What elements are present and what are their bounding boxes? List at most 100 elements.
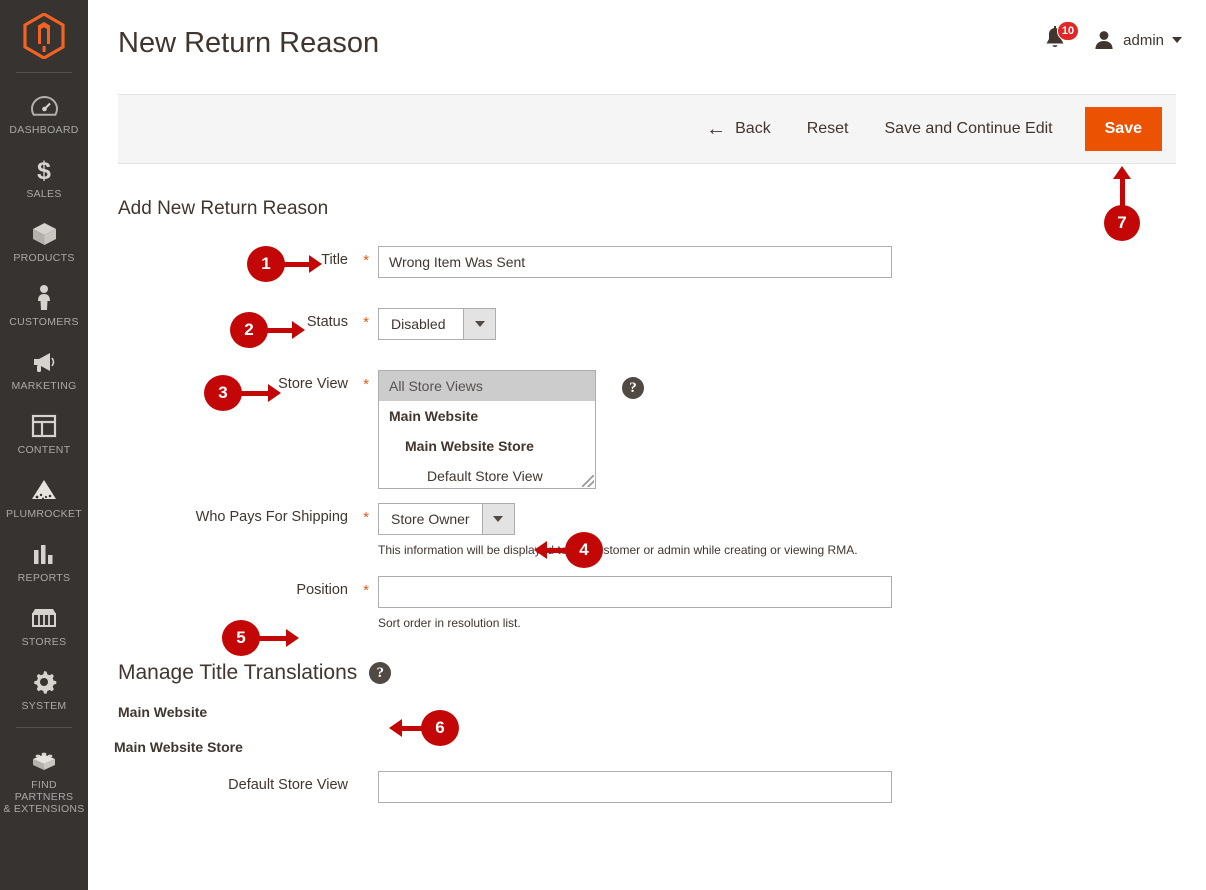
title-input[interactable]: [378, 246, 892, 278]
translations-website-label: Main Website: [118, 704, 208, 720]
dashboard-icon: [2, 91, 86, 121]
save-and-continue-edit-button[interactable]: Save and Continue Edit: [867, 109, 1071, 149]
store-view-option-all[interactable]: All Store Views: [379, 371, 595, 401]
callout-marker-1: 1: [247, 246, 285, 282]
sidebar-item-plumrocket[interactable]: PLUMROCKET: [0, 465, 88, 529]
bar-chart-icon: [2, 539, 86, 569]
back-button[interactable]: ← Back: [688, 109, 789, 149]
default-store-view-label: Default Store View: [228, 777, 348, 793]
position-input[interactable]: [378, 576, 892, 608]
status-select-value: Disabled: [391, 316, 446, 332]
sidebar-item-customers[interactable]: CUSTOMERS: [0, 273, 88, 337]
default-store-view-spacer: [358, 771, 374, 777]
sidebar-item-dashboard[interactable]: DASHBOARD: [0, 81, 88, 145]
status-select[interactable]: Disabled: [378, 308, 496, 340]
shipping-select-toggle[interactable]: [481, 504, 514, 534]
store-view-multiselect[interactable]: All Store Views Main Website Main Websit…: [378, 370, 596, 489]
callout-arrow-5-line: [258, 636, 288, 641]
translations-store-label: Main Website Store: [114, 739, 243, 755]
page-actions-toolbar: ← Back Reset Save and Continue Edit Save: [118, 94, 1176, 164]
status-required-marker: *: [363, 314, 369, 331]
admin-page: DASHBOARD $ SALES PRODUCTS CUSTOMERS MAR…: [0, 0, 1206, 890]
save-button[interactable]: Save: [1084, 107, 1162, 151]
sidebar-item-label: FIND PARTNERS: [14, 779, 74, 803]
position-required-marker: *: [363, 582, 369, 599]
sidebar-item-stores[interactable]: STORES: [0, 593, 88, 657]
sidebar-item-label: CUSTOMERS: [9, 316, 79, 328]
section-title: Add New Return Reason: [118, 198, 329, 219]
magento-logo-icon: [23, 13, 65, 59]
arrow-left-icon: ←: [706, 118, 727, 140]
chevron-down-icon: [493, 516, 504, 522]
translations-title: Manage Title Translations: [118, 661, 358, 684]
position-note: Sort order in resolution list.: [378, 616, 521, 630]
admin-username: admin: [1123, 31, 1164, 49]
notifications-button[interactable]: 10: [1043, 21, 1080, 54]
back-button-label: Back: [735, 120, 771, 137]
layout-icon: [2, 411, 86, 441]
callout-marker-4: 4: [565, 532, 603, 568]
shipping-note: This information will be displayed to th…: [378, 543, 858, 557]
sidebar-item-label: REPORTS: [17, 572, 71, 584]
callout-marker-2: 2: [230, 312, 268, 348]
callout-marker-7: 7: [1104, 205, 1140, 241]
default-store-view-control: [374, 771, 892, 803]
plumrocket-icon: [2, 475, 86, 505]
status-select-toggle[interactable]: [463, 309, 495, 339]
brick-icon: [2, 746, 86, 776]
person-icon: [2, 283, 86, 313]
shipping-label: Who Pays For Shipping: [195, 509, 348, 525]
status-control: Disabled: [374, 308, 496, 340]
default-store-view-input[interactable]: [378, 771, 892, 803]
field-row-position: Position * Sort order in resolution list…: [88, 576, 1206, 631]
magento-logo[interactable]: [0, 0, 88, 72]
admin-menu-button[interactable]: admin: [1093, 29, 1182, 51]
dollar-icon: $: [2, 155, 86, 185]
sidebar-item-marketing[interactable]: MARKETING: [0, 337, 88, 401]
page-header: New Return Reason 10 admin: [88, 0, 1206, 86]
sidebar-item-content[interactable]: CONTENT: [0, 401, 88, 465]
callout-arrow-4-head: [534, 541, 547, 559]
sidebar-item-products[interactable]: PRODUCTS: [0, 209, 88, 273]
header-actions: 10 admin: [1043, 21, 1182, 54]
field-row-default-store-view-translation: Default Store View: [88, 771, 1206, 803]
sidebar-item-sales[interactable]: $ SALES: [0, 145, 88, 209]
callout-arrow-1-head: [309, 255, 322, 273]
callout-arrow-1-line: [283, 262, 311, 267]
gear-icon: [2, 667, 86, 697]
callout-arrow-7-head: [1113, 166, 1131, 179]
status-label: Status: [306, 314, 348, 330]
store-view-option-default-view[interactable]: Default Store View: [379, 461, 595, 488]
shipping-control: Store Owner This information will be dis…: [374, 503, 858, 558]
translations-help-icon[interactable]: ?: [369, 662, 392, 684]
shipping-required-marker: *: [363, 509, 369, 526]
sidebar-item-reports[interactable]: REPORTS: [0, 529, 88, 593]
chevron-down-icon: [1172, 37, 1182, 43]
translations-header: Manage Title Translations ?: [118, 661, 1206, 685]
sidebar-item-system[interactable]: SYSTEM: [0, 657, 88, 721]
sidebar-item-label: PLUMROCKET: [6, 508, 82, 520]
save-and-continue-edit-label: Save and Continue Edit: [884, 120, 1053, 137]
sidebar-item-label: SYSTEM: [21, 700, 67, 712]
main-content: New Return Reason 10 admin ← Back Reset …: [88, 0, 1206, 890]
store-view-control: All Store Views Main Website Main Websit…: [374, 370, 644, 489]
box-icon: [2, 219, 86, 249]
callout-marker-6: 6: [421, 710, 459, 746]
reset-button[interactable]: Reset: [789, 109, 867, 149]
shipping-select[interactable]: Store Owner: [378, 503, 515, 535]
resize-grip-icon[interactable]: [582, 475, 594, 487]
sidebar-item-find-partners[interactable]: FIND PARTNERS & EXTENSIONS: [0, 736, 88, 824]
sidebar-divider-bottom: [16, 727, 72, 728]
avatar-icon: [1095, 31, 1113, 49]
store-view-option-website[interactable]: Main Website: [379, 401, 595, 431]
store-view-option-store[interactable]: Main Website Store: [379, 431, 595, 461]
storefront-icon: [2, 603, 86, 633]
shipping-select-value: Store Owner: [391, 511, 470, 527]
callout-arrow-2-line: [266, 328, 294, 333]
sidebar-item-label: SALES: [26, 188, 62, 200]
chevron-down-icon: [474, 321, 485, 327]
callout-arrow-6-head: [389, 719, 402, 737]
sidebar-divider-top: [16, 72, 72, 73]
field-row-shipping: Who Pays For Shipping * Store Owner This…: [88, 503, 1206, 558]
store-view-help-icon[interactable]: ?: [622, 377, 644, 399]
